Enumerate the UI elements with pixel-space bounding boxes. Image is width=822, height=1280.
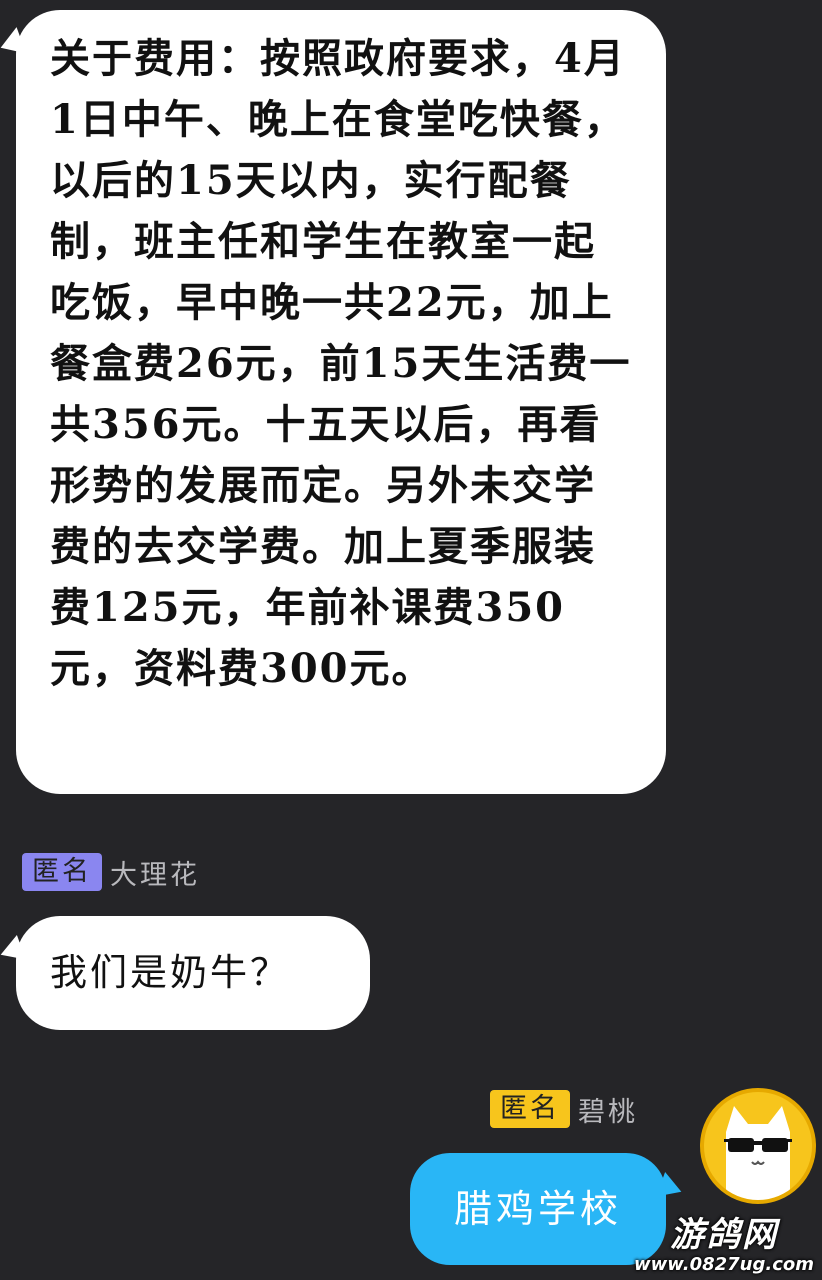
anonymous-tag: 匿名 [22,853,102,891]
message-text: 我们是奶牛？ [50,951,290,994]
message-bubble-incoming[interactable]: 关于费用：按照政府要求，4月1日中午、晚上在食堂吃快餐，以后的15天以内，实行配… [16,10,666,794]
cat-with-sunglasses-icon [724,1106,792,1200]
site-watermark: 游鸽网 www.0827ug.com [634,1216,814,1276]
chat-thread: 关于费用：按照政府要求，4月1日中午、晚上在食堂吃快餐，以后的15天以内，实行配… [0,0,822,1280]
message-text: 关于费用：按照政府要求，4月1日中午、晚上在食堂吃快餐，以后的15天以内，实行配… [50,35,632,692]
sender-name[interactable]: 大理花 [110,853,200,892]
message-bubble-outgoing[interactable]: 腊鸡学校 [410,1153,666,1265]
avatar[interactable] [700,1088,816,1204]
sender-row: 匿名 碧桃 [490,1090,638,1128]
watermark-title: 游鸽网 [670,1215,778,1255]
message-text: 腊鸡学校 [453,1187,622,1231]
anonymous-tag: 匿名 [490,1090,570,1128]
sender-row: 匿名 大理花 [22,853,200,891]
watermark-url: www.0827ug.com [634,1254,814,1275]
sender-name[interactable]: 碧桃 [578,1090,638,1129]
message-bubble-incoming[interactable]: 我们是奶牛？ [16,916,370,1030]
